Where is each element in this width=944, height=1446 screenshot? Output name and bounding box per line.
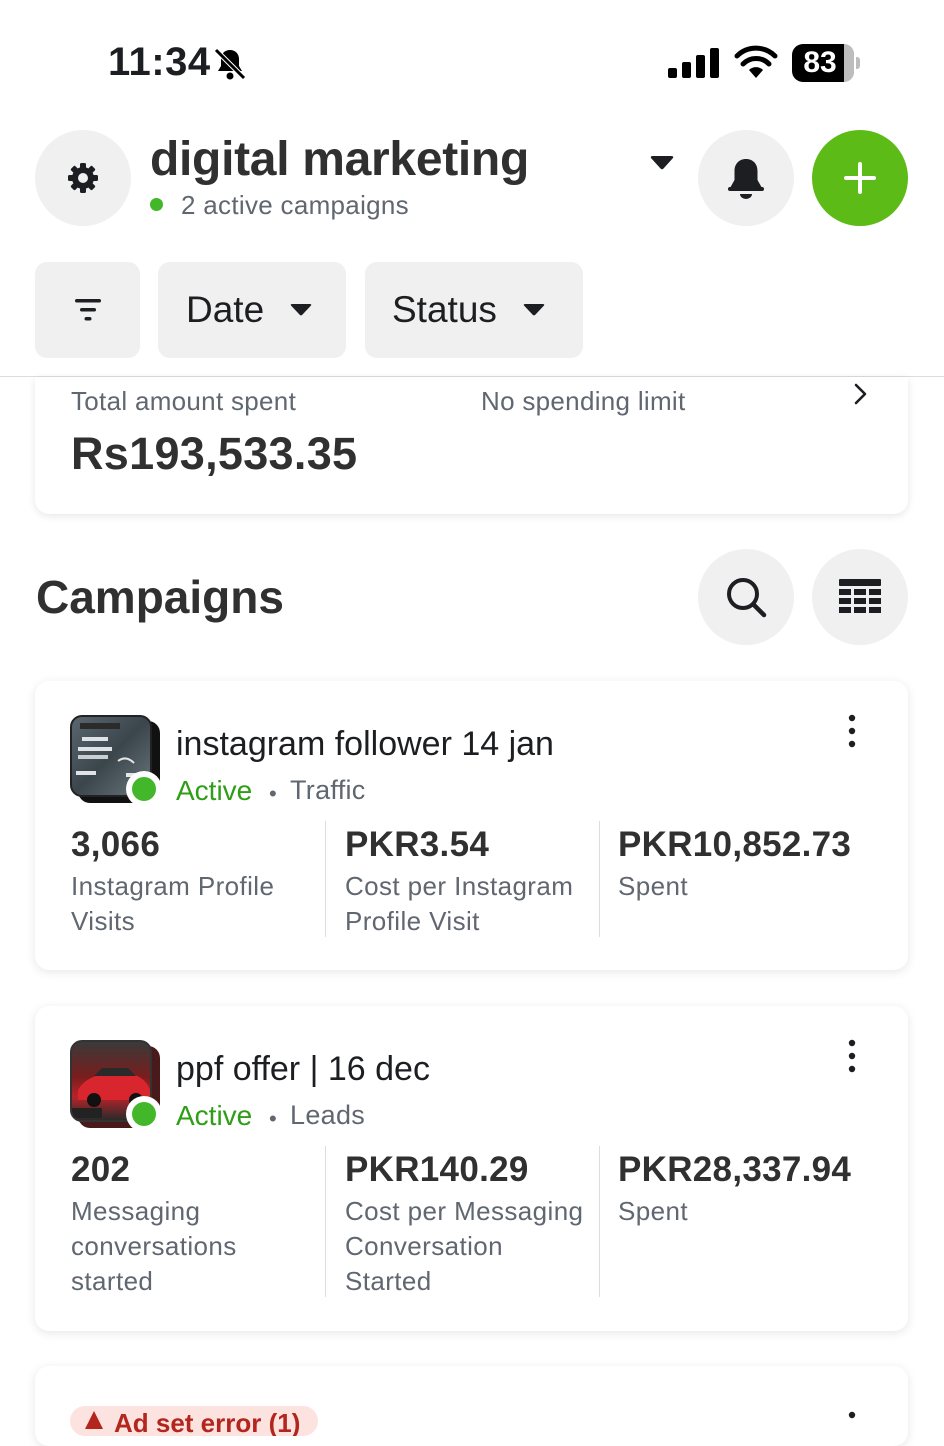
separator-dot: •: [269, 1106, 277, 1131]
metric-divider: [599, 1146, 600, 1297]
campaign-thumbnail: [70, 1040, 162, 1132]
campaign-name[interactable]: ppf offer | 16 dec: [176, 1050, 430, 1089]
campaign-objective: Traffic: [290, 775, 366, 805]
metric-label: Instagram Profile Visits: [71, 871, 275, 936]
gear-icon: [68, 163, 98, 193]
status-filter-label: Status: [392, 289, 497, 330]
table-icon: [839, 579, 881, 613]
metric-spent: PKR28,337.94 Spent: [618, 1150, 898, 1229]
metric-value: PKR3.54: [345, 825, 490, 864]
metric-value: PKR10,852.73: [618, 825, 852, 864]
active-status-dot: [150, 198, 163, 211]
issue-badge[interactable]: Ad set error (1): [70, 1406, 318, 1436]
campaign-status: Active: [176, 775, 253, 806]
campaign-objective: Leads: [290, 1100, 366, 1130]
bell-icon: [728, 159, 764, 199]
filter-icon: [74, 299, 101, 321]
campaign-thumbnail: [70, 715, 162, 807]
date-filter-label: Date: [186, 289, 265, 330]
campaign-name[interactable]: instagram follower 14 jan: [176, 725, 554, 764]
metric-value: 202: [71, 1150, 131, 1189]
account-name[interactable]: digital marketing: [150, 132, 529, 187]
active-status-dot: [132, 1102, 156, 1126]
metric-value: PKR28,337.94: [618, 1150, 852, 1189]
plus-icon: [844, 162, 876, 194]
filter-button[interactable]: [35, 262, 140, 358]
metric-cost-per-result: PKR3.54 Cost per Instagram Profile Visit: [345, 825, 590, 939]
metric-cost-per-result: PKR140.29 Cost per Messaging Conversatio…: [345, 1150, 595, 1299]
more-options-icon[interactable]: [841, 713, 863, 749]
issue-badge-label: Ad set error (1): [114, 1408, 301, 1436]
date-filter-dropdown[interactable]: Date: [158, 262, 346, 358]
wifi-icon: [734, 45, 778, 78]
status-time: 11:34: [108, 40, 211, 84]
notifications-button[interactable]: [698, 130, 794, 226]
caret-down-icon[interactable]: [650, 156, 674, 170]
separator-dot: •: [269, 781, 277, 806]
metric-value: 3,066: [71, 825, 161, 864]
bell-off-icon: [214, 48, 246, 80]
metric-results: 3,066 Instagram Profile Visits: [71, 825, 316, 939]
battery-level: 83: [803, 46, 837, 79]
metric-label: Spent: [618, 871, 688, 901]
active-campaigns-summary: 2 active campaigns: [181, 190, 409, 220]
metric-divider: [599, 821, 600, 937]
caret-down-icon: [290, 304, 312, 316]
spend-value: Rs193,533.35: [71, 428, 358, 479]
metric-divider: [325, 1146, 326, 1297]
spend-label: Total amount spent: [71, 386, 297, 416]
cellular-signal-icon: [668, 48, 719, 78]
create-campaign-button[interactable]: [812, 130, 908, 226]
caret-down-icon: [523, 304, 545, 316]
warning-icon: [85, 1411, 103, 1429]
status-filter-dropdown[interactable]: Status: [365, 262, 583, 358]
metric-divider: [325, 821, 326, 937]
metric-label: Spent: [618, 1196, 688, 1226]
more-options-icon[interactable]: [841, 1038, 863, 1074]
search-button[interactable]: [698, 549, 794, 645]
campaign-status: Active: [176, 1100, 253, 1131]
metric-value: PKR140.29: [345, 1150, 529, 1189]
campaigns-heading: Campaigns: [36, 571, 284, 623]
active-status-dot: [132, 777, 156, 801]
metric-spent: PKR10,852.73 Spent: [618, 825, 888, 904]
battery-indicator: 83: [792, 44, 862, 82]
metric-label: Cost per Instagram Profile Visit: [345, 871, 574, 936]
more-options-icon[interactable]: [841, 1406, 863, 1420]
spending-limit: No spending limit: [481, 386, 686, 416]
settings-button[interactable]: [35, 130, 131, 226]
metric-label: Messaging conversations started: [71, 1196, 237, 1296]
table-view-button[interactable]: [812, 549, 908, 645]
chevron-right-icon[interactable]: [852, 382, 870, 408]
campaign-card[interactable]: ppf offer | 16 dec Active • Leads 202 Me…: [35, 1006, 908, 1331]
campaign-card[interactable]: instagram follower 14 jan Active • Traff…: [35, 681, 908, 970]
metric-results: 202 Messaging conversations started: [71, 1150, 311, 1299]
metric-label: Cost per Messaging Conversation Started: [345, 1196, 584, 1296]
search-icon: [727, 578, 767, 618]
